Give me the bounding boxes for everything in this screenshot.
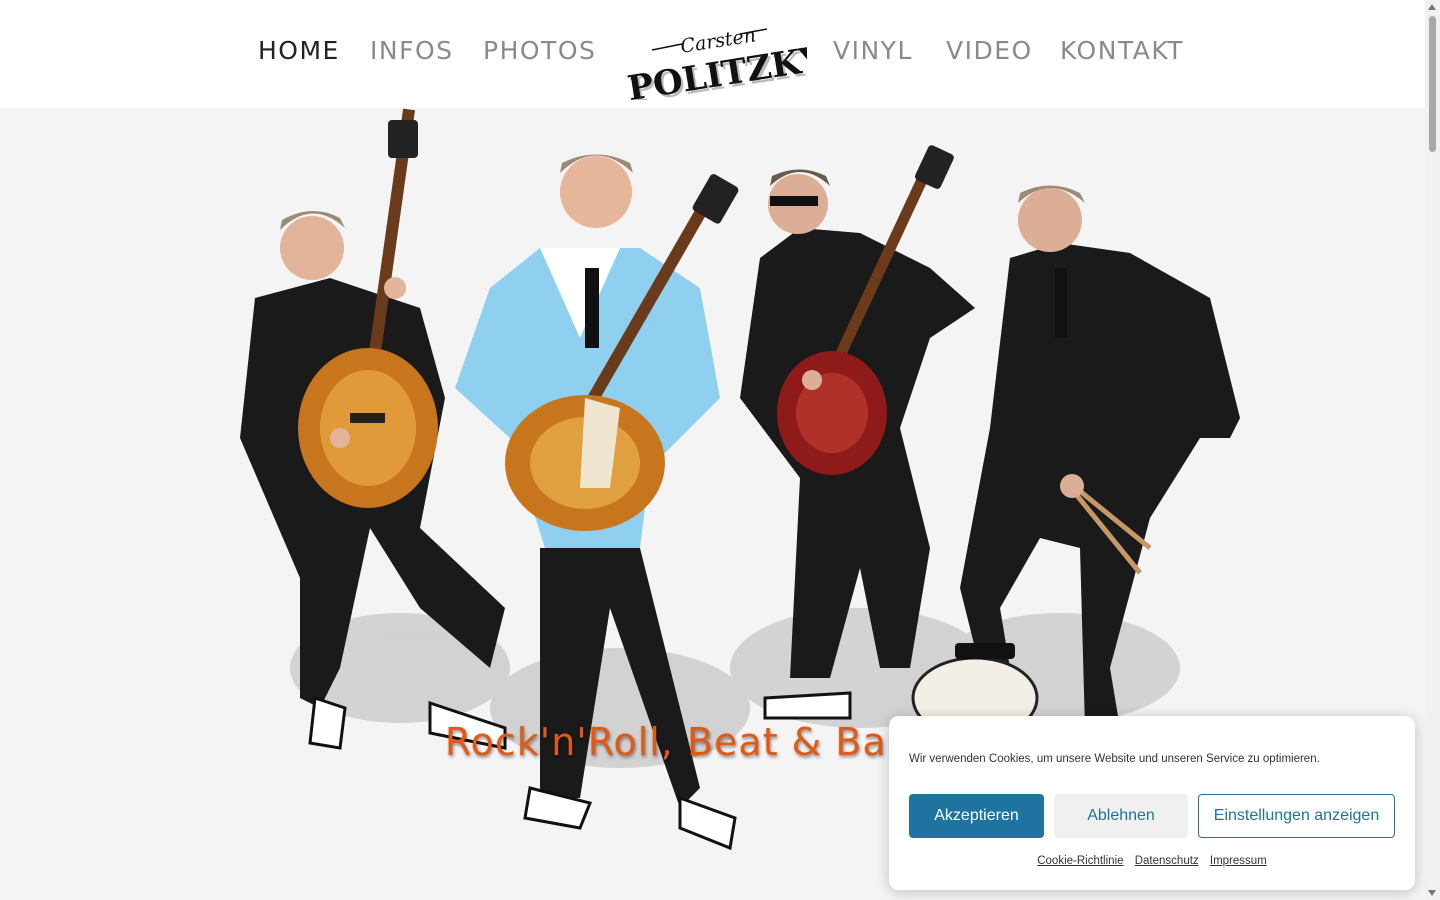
nav-kontakt[interactable]: KONTAKT — [1060, 36, 1184, 65]
nav-photos[interactable]: PHOTOS — [483, 36, 596, 65]
scroll-up-arrow-icon[interactable] — [1428, 4, 1436, 10]
nav-vinyl[interactable]: VINYL — [833, 36, 913, 65]
deny-cookies-button[interactable]: Ablehnen — [1054, 794, 1188, 838]
accept-cookies-button[interactable]: Akzeptieren — [909, 794, 1044, 838]
nav-video[interactable]: VIDEO — [946, 36, 1033, 65]
scroll-thumb[interactable] — [1429, 16, 1436, 152]
site-header: HOME INFOS PHOTOS Carsten POLITZKY POLIT… — [0, 0, 1425, 108]
cookie-message: Wir verwenden Cookies, um unsere Website… — [909, 753, 1320, 765]
cookie-settings-button[interactable]: Einstellungen anzeigen — [1198, 794, 1395, 838]
privacy-link[interactable]: Datenschutz — [1135, 855, 1199, 867]
cookie-banner: Wir verwenden Cookies, um unsere Website… — [889, 716, 1415, 890]
cookie-policy-link[interactable]: Cookie-Richtlinie — [1037, 855, 1123, 867]
site-logo[interactable]: Carsten POLITZKY POLITZKY — [622, 20, 807, 100]
page-scrollbar[interactable] — [1425, 0, 1440, 900]
cookie-links: Cookie-Richtlinie Datenschutz Impressum — [889, 855, 1415, 867]
scroll-down-arrow-icon[interactable] — [1428, 890, 1436, 896]
imprint-link[interactable]: Impressum — [1210, 855, 1267, 867]
nav-home[interactable]: HOME — [258, 36, 340, 65]
nav-infos[interactable]: INFOS — [370, 36, 454, 65]
